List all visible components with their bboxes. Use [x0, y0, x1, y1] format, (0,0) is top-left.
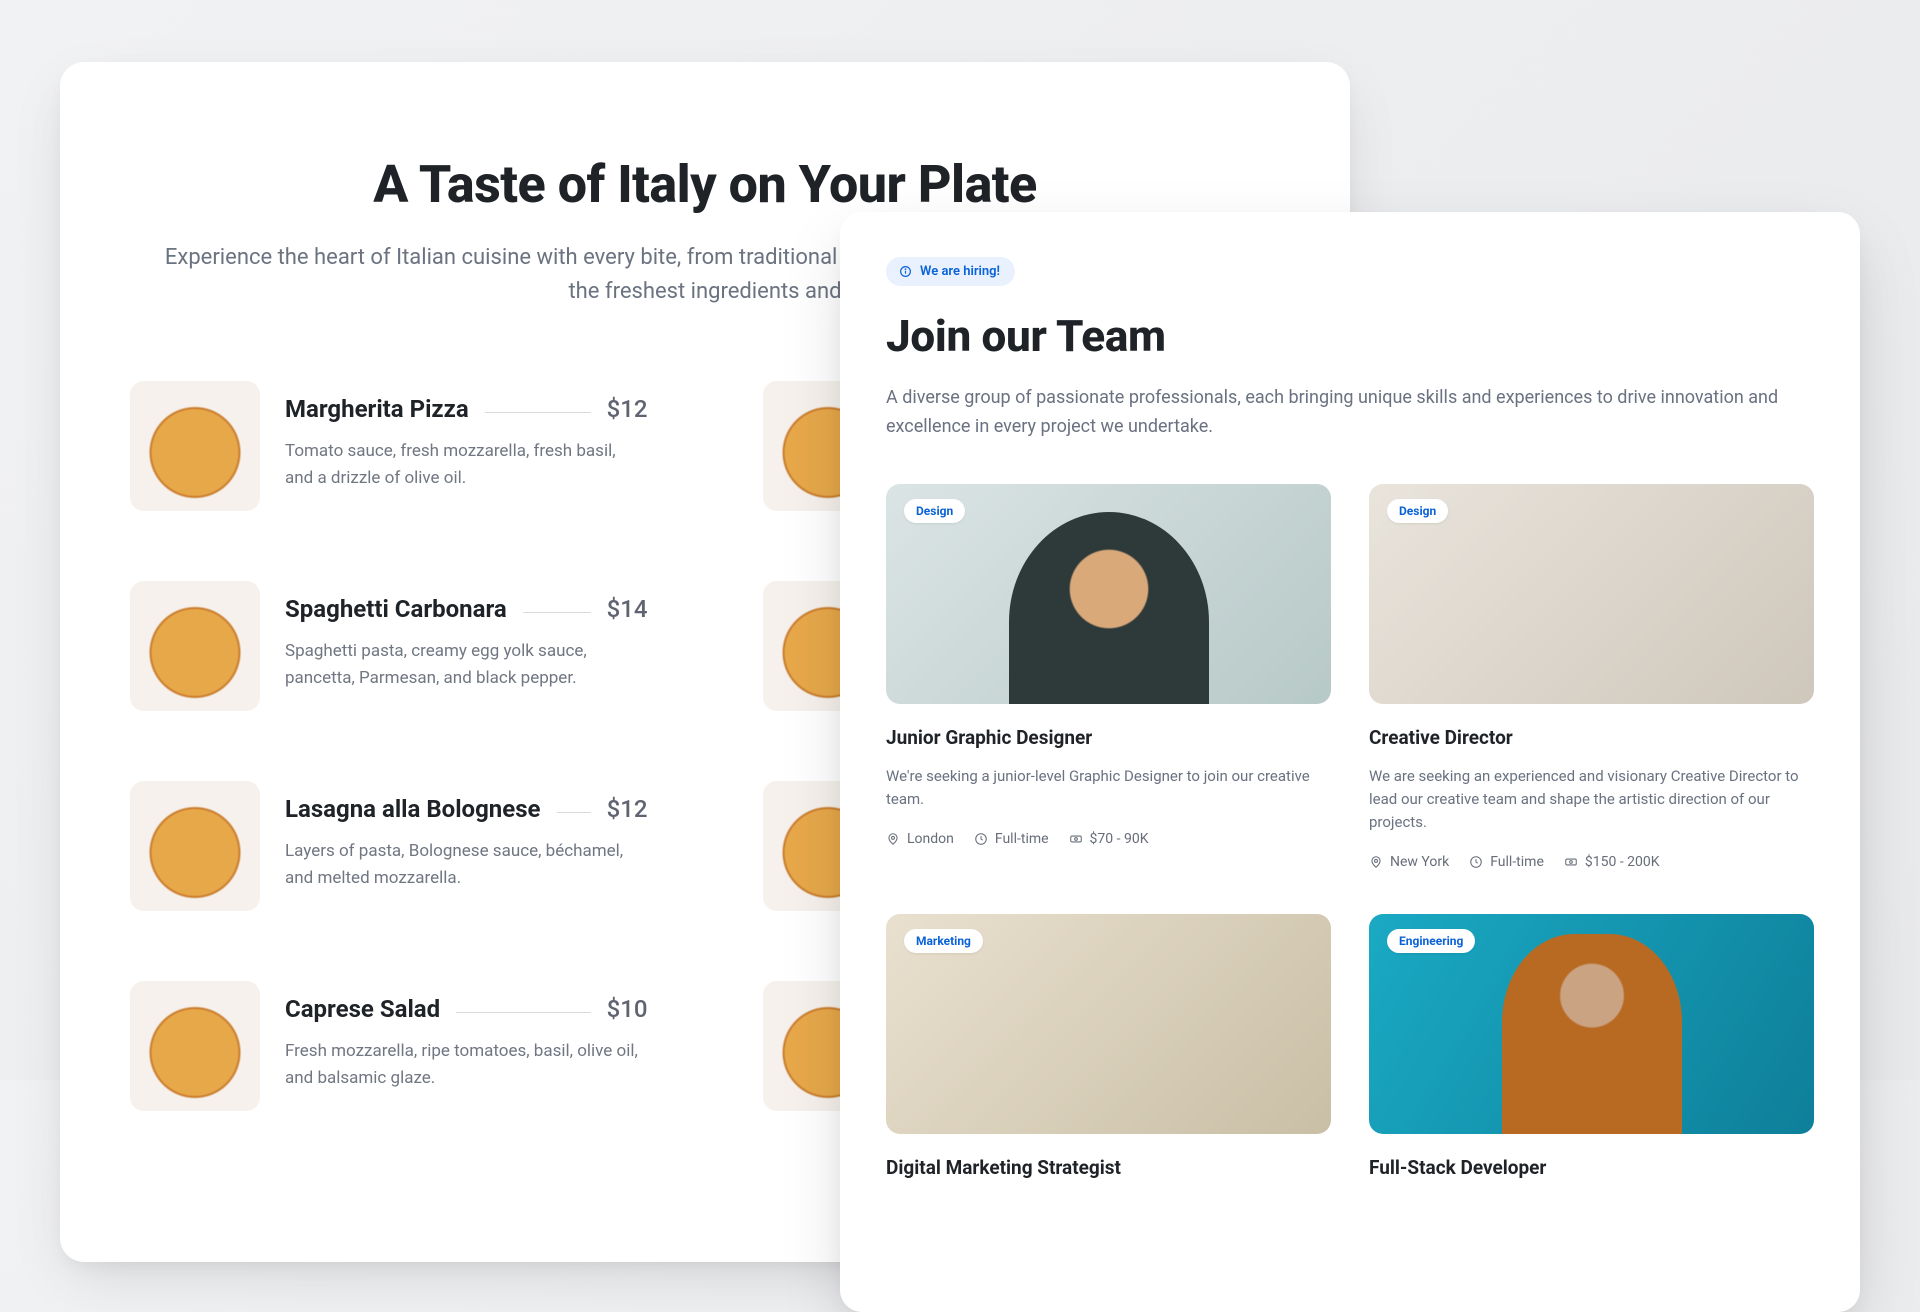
menu-item-price: $10 — [607, 995, 648, 1023]
jobs-title: Join our Team — [886, 310, 1814, 362]
menu-item-divider — [523, 612, 591, 613]
job-category-badge: Design — [1387, 499, 1448, 523]
job-meta: New York Full-time $150 - 200K — [1369, 854, 1814, 870]
cash-icon — [1564, 855, 1578, 869]
dish-image — [130, 381, 260, 511]
jobs-grid: Design Junior Graphic Designer We're see… — [886, 484, 1814, 1180]
menu-item-body: Caprese Salad $10 Fresh mozzarella, ripe… — [285, 981, 648, 1111]
menu-item-price: $12 — [607, 395, 648, 423]
job-type: Full-time — [1469, 854, 1544, 870]
menu-item-price: $14 — [607, 595, 648, 623]
job-salary: $70 - 90K — [1069, 831, 1149, 847]
dish-image — [130, 581, 260, 711]
job-card[interactable]: Design Junior Graphic Designer We're see… — [886, 484, 1331, 871]
menu-item-divider — [557, 812, 591, 813]
menu-item-desc: Spaghetti pasta, creamy egg yolk sauce, … — [285, 638, 648, 691]
menu-item-name-row: Lasagna alla Bolognese $12 — [285, 795, 648, 823]
job-category-badge: Design — [904, 499, 965, 523]
menu-item: Spaghetti Carbonara $14 Spaghetti pasta,… — [130, 581, 648, 711]
menu-item-desc: Layers of pasta, Bolognese sauce, bécham… — [285, 838, 648, 891]
job-category-badge: Engineering — [1387, 929, 1475, 953]
job-location-text: New York — [1390, 854, 1449, 870]
menu-item: Margherita Pizza $12 Tomato sauce, fresh… — [130, 381, 648, 511]
menu-item-body: Lasagna alla Bolognese $12 Layers of pas… — [285, 781, 648, 911]
jobs-card: We are hiring! Join our Team A diverse g… — [840, 212, 1860, 1312]
dish-image — [130, 781, 260, 911]
job-title: Digital Marketing Strategist — [886, 1156, 1331, 1179]
menu-item-name-row: Caprese Salad $10 — [285, 995, 648, 1023]
job-image: Engineering — [1369, 914, 1814, 1134]
job-image: Marketing — [886, 914, 1331, 1134]
job-card[interactable]: Marketing Digital Marketing Strategist — [886, 914, 1331, 1179]
menu-item-name-row: Margherita Pizza $12 — [285, 395, 648, 423]
job-desc: We're seeking a junior-level Graphic Des… — [886, 765, 1331, 812]
job-image: Design — [886, 484, 1331, 704]
clock-icon — [1469, 855, 1483, 869]
job-salary-text: $150 - 200K — [1585, 854, 1660, 870]
hiring-badge: We are hiring! — [886, 257, 1015, 286]
job-category-badge: Marketing — [904, 929, 983, 953]
menu-item: Lasagna alla Bolognese $12 Layers of pas… — [130, 781, 648, 911]
job-card[interactable]: Engineering Full-Stack Developer — [1369, 914, 1814, 1179]
person-illustration — [1502, 934, 1682, 1134]
menu-item-divider — [485, 412, 591, 413]
job-card[interactable]: Design Creative Director We are seeking … — [1369, 484, 1814, 871]
job-title: Full-Stack Developer — [1369, 1156, 1814, 1179]
menu-item-desc: Tomato sauce, fresh mozzarella, fresh ba… — [285, 438, 648, 491]
cash-icon — [1069, 832, 1083, 846]
job-salary-text: $70 - 90K — [1090, 831, 1149, 847]
job-location: London — [886, 831, 954, 847]
dish-image — [130, 981, 260, 1111]
job-meta: London Full-time $70 - 90K — [886, 831, 1331, 847]
job-type-text: Full-time — [1490, 854, 1544, 870]
clock-icon — [974, 832, 988, 846]
menu-item-price: $12 — [607, 795, 648, 823]
menu-item-body: Margherita Pizza $12 Tomato sauce, fresh… — [285, 381, 648, 511]
menu-title: A Taste of Italy on Your Plate — [130, 154, 1280, 215]
menu-item: Caprese Salad $10 Fresh mozzarella, ripe… — [130, 981, 648, 1111]
menu-item-body: Spaghetti Carbonara $14 Spaghetti pasta,… — [285, 581, 648, 711]
job-desc: We are seeking an experienced and vision… — [1369, 765, 1814, 835]
menu-item-desc: Fresh mozzarella, ripe tomatoes, basil, … — [285, 1038, 648, 1091]
job-type-text: Full-time — [995, 831, 1049, 847]
menu-column-left: Margherita Pizza $12 Tomato sauce, fresh… — [130, 381, 648, 1111]
job-location: New York — [1369, 854, 1449, 870]
hiring-badge-label: We are hiring! — [920, 264, 1000, 279]
job-salary: $150 - 200K — [1564, 854, 1660, 870]
job-title: Creative Director — [1369, 726, 1814, 749]
menu-item-name: Margherita Pizza — [285, 395, 469, 423]
job-image: Design — [1369, 484, 1814, 704]
menu-item-name-row: Spaghetti Carbonara $14 — [285, 595, 648, 623]
menu-item-name: Spaghetti Carbonara — [285, 595, 507, 623]
person-illustration — [1009, 512, 1209, 704]
jobs-subtitle: A diverse group of passionate profession… — [886, 384, 1786, 442]
menu-item-divider — [456, 1012, 590, 1013]
info-icon — [899, 265, 912, 278]
menu-item-name: Lasagna alla Bolognese — [285, 795, 541, 823]
job-type: Full-time — [974, 831, 1049, 847]
job-title: Junior Graphic Designer — [886, 726, 1331, 749]
job-location-text: London — [907, 831, 954, 847]
menu-item-name: Caprese Salad — [285, 995, 440, 1023]
pin-icon — [886, 832, 900, 846]
pin-icon — [1369, 855, 1383, 869]
